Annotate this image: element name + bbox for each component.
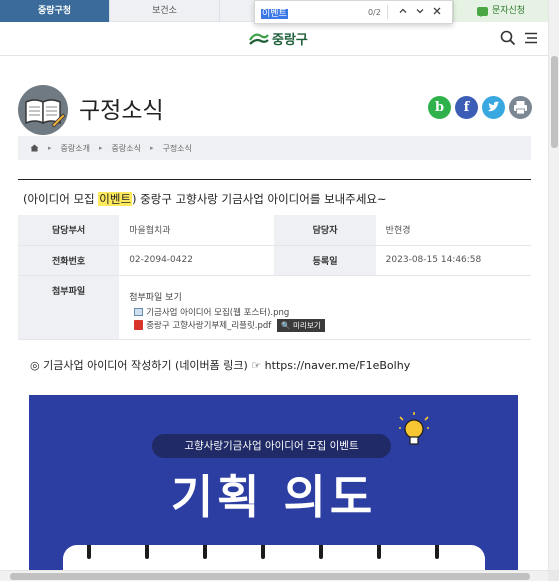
attachment-link[interactable]: 기금사업 아이디어 모집(웹 포스터).png	[146, 306, 289, 318]
site-logo[interactable]: 중랑구	[249, 29, 308, 48]
blog-icon: b	[434, 100, 445, 115]
post-title-end: ) 중랑구 고향사랑 기금사업 아이디어를 보내주세요~	[132, 192, 387, 206]
find-input[interactable]: 이벤트	[261, 6, 356, 19]
find-divider	[386, 5, 388, 19]
dept-label: 담당부서	[18, 215, 120, 246]
phone-label: 전화번호	[18, 245, 120, 276]
divider	[18, 179, 531, 180]
binder-rings	[87, 537, 439, 559]
chevron-right-icon: ▸	[149, 144, 154, 152]
post-info-table: 담당부서 마을협치과 담당자 반현경 전화번호 02-2094-0422 등록일…	[18, 215, 531, 340]
logo-text: 중랑구	[272, 33, 308, 48]
find-next-button[interactable]	[411, 6, 428, 19]
print-button[interactable]	[509, 96, 532, 119]
jungnang-logo-icon	[249, 33, 269, 45]
book-icon	[18, 85, 68, 135]
site-header: 중랑구	[0, 22, 548, 56]
message-icon	[476, 6, 488, 17]
search-highlight: 이벤트	[98, 192, 133, 206]
find-close-button[interactable]	[429, 6, 446, 19]
attachments-title: 첨부파일 보기	[129, 292, 182, 303]
attachment-link[interactable]: 중랑구 고향사랑기부제_리플릿.pdf	[146, 319, 271, 331]
form-link-text[interactable]: ◎ 기금사업 아이디어 작성하기 (네이버폼 링크) ☞ https://nav…	[30, 357, 410, 373]
print-icon	[514, 101, 527, 115]
table-row: 첨부파일 첨부파일 보기 기금사업 아이디어 모집(웹 포스터).png 중랑구…	[18, 275, 531, 340]
horizontal-scrollbar[interactable]	[0, 570, 548, 581]
event-poster-image: 고향사랑기금사업 아이디어 모집 이벤트 기획 의도	[29, 395, 518, 576]
poster-heading: 기획 의도	[170, 470, 377, 524]
breadcrumb-item-current[interactable]: 구정소식	[162, 143, 191, 154]
find-query: 이벤트	[261, 8, 288, 19]
table-row: 전화번호 02-2094-0422 등록일 2023-08-15 14:46:5…	[18, 245, 531, 276]
poster-subtitle: 고향사랑기금사업 아이디어 모집 이벤트	[152, 434, 391, 458]
attach-label: 첨부파일	[18, 275, 120, 340]
tab-health-center[interactable]: 보건소	[110, 0, 220, 22]
phone-value: 02-2094-0422	[119, 245, 275, 276]
scroll-thumb[interactable]	[10, 573, 530, 580]
tab-sms-label: 문자신청	[491, 6, 526, 16]
chevron-down-icon	[416, 8, 424, 13]
lightbulb-icon	[399, 412, 429, 445]
home-icon[interactable]	[30, 144, 39, 152]
dept-value: 마을협치과	[119, 215, 275, 246]
preview-button[interactable]: 🔍 미리보기	[277, 318, 325, 332]
twitter-icon	[488, 101, 500, 112]
find-bar: 이벤트 0/2	[254, 0, 453, 24]
chevron-right-icon: ▸	[48, 144, 52, 152]
table-row: 담당부서 마을협치과 담당자 반현경	[18, 215, 531, 246]
share-facebook-button[interactable]: f	[455, 96, 478, 119]
attachment-file: 중랑구 고향사랑기부제_리플릿.pdf 🔍 미리보기	[134, 318, 531, 332]
breadcrumb-item[interactable]: 중랑소식	[111, 143, 140, 154]
vertical-scrollbar[interactable]	[548, 0, 559, 570]
hamburger-icon	[525, 32, 537, 44]
chevron-right-icon: ▸	[98, 144, 103, 152]
search-icon	[500, 30, 516, 46]
find-match-count: 0/2	[367, 7, 381, 17]
share-twitter-button[interactable]	[482, 96, 505, 119]
pdf-file-icon	[134, 320, 144, 330]
share-blog-button[interactable]: b	[428, 96, 451, 119]
date-value: 2023-08-15 14:46:58	[375, 245, 531, 276]
post-title: (아이디어 모집 이벤트) 중랑구 고향사랑 기금사업 아이디어를 보내주세요~	[23, 191, 387, 207]
scroll-thumb[interactable]	[551, 56, 558, 148]
close-icon	[433, 7, 441, 14]
page-heading: 구정소식 b f	[18, 80, 532, 135]
attachment-file: 기금사업 아이디어 모집(웹 포스터).png	[134, 306, 531, 319]
manager-label: 담당자	[274, 215, 376, 246]
attachments: 첨부파일 보기 기금사업 아이디어 모집(웹 포스터).png 중랑구 고향사랑…	[119, 275, 531, 340]
breadcrumb: ▸ 중랑소개 ▸ 중랑소식 ▸ 구정소식	[18, 136, 531, 160]
manager-value: 반현경	[375, 215, 531, 246]
menu-button[interactable]	[524, 31, 538, 45]
find-prev-button[interactable]	[394, 6, 411, 19]
image-file-icon	[134, 308, 144, 316]
tab-sms-request[interactable]: 문자신청	[453, 0, 548, 22]
facebook-icon: f	[463, 100, 470, 115]
chevron-up-icon	[399, 8, 406, 13]
search-button[interactable]	[500, 30, 516, 46]
tab-jungnang-office[interactable]: 중랑구청	[0, 0, 110, 22]
page-title: 구정소식	[79, 98, 164, 124]
scroll-corner	[548, 570, 559, 581]
breadcrumb-item[interactable]: 중랑소개	[61, 143, 90, 154]
post-title-start: (아이디어 모집	[23, 192, 99, 206]
date-label: 등록일	[274, 245, 376, 276]
